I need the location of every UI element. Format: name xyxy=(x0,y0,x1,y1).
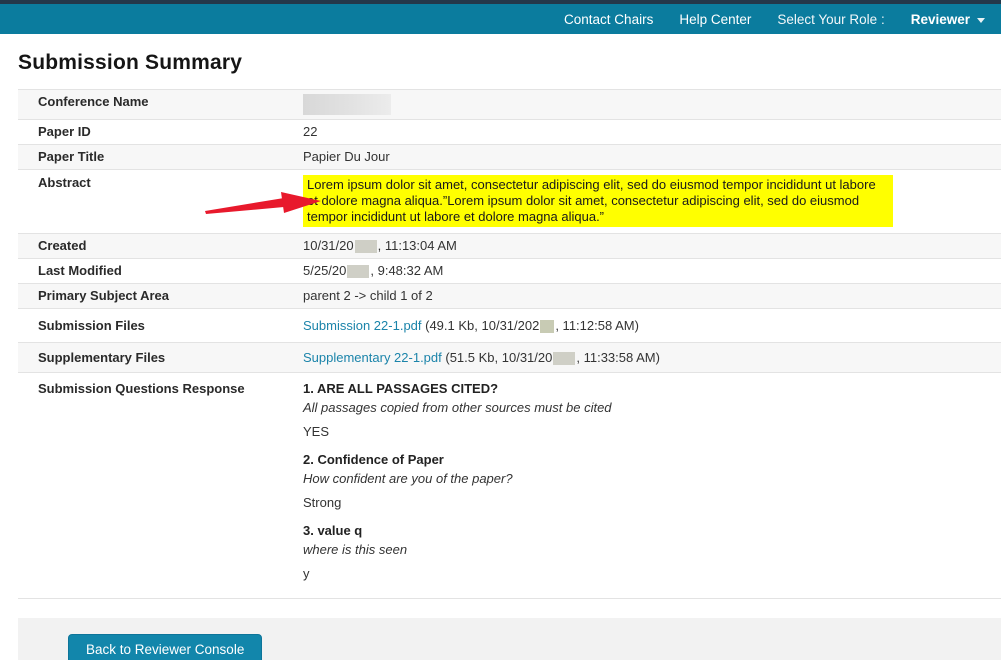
redacted-year xyxy=(347,265,369,278)
redacted-conference-name xyxy=(303,94,391,115)
redacted-year xyxy=(355,240,377,253)
question-block: 1. ARE ALL PASSAGES CITED? All passages … xyxy=(303,381,612,439)
row-paper-title: Paper Title Papier Du Jour xyxy=(18,145,1001,170)
topbar: Contact Chairs Help Center Select Your R… xyxy=(0,4,1001,34)
question-answer: y xyxy=(303,566,612,581)
redacted-year xyxy=(553,352,575,365)
created-value: 10/31/20, 11:13:04 AM xyxy=(303,238,457,254)
row-last-modified: Last Modified 5/25/20, 9:48:32 AM xyxy=(18,259,1001,284)
submission-file-entry: Submission 22-1.pdf (49.1 Kb, 10/31/202,… xyxy=(303,318,639,334)
primary-subject-value: parent 2 -> child 1 of 2 xyxy=(303,288,433,304)
annotation-arrow-icon xyxy=(205,191,323,217)
question-description: where is this seen xyxy=(303,542,612,557)
abstract-highlighted-text: Lorem ipsum dolor sit amet, consectetur … xyxy=(303,175,893,227)
footer-band: Back to Reviewer Console xyxy=(18,618,1001,660)
questions-label: Submission Questions Response xyxy=(18,381,303,594)
select-role-label: Select Your Role : xyxy=(777,12,884,27)
row-created: Created 10/31/20, 11:13:04 AM xyxy=(18,234,1001,259)
question-title: 2. Confidence of Paper xyxy=(303,452,612,467)
role-dropdown-value: Reviewer xyxy=(911,12,970,27)
submission-file-link[interactable]: Submission 22-1.pdf xyxy=(303,318,422,333)
chevron-down-icon xyxy=(977,18,985,23)
question-description: All passages copied from other sources m… xyxy=(303,400,612,415)
redacted-year xyxy=(540,320,554,333)
supplementary-files-label: Supplementary Files xyxy=(18,350,303,366)
conference-name-label: Conference Name xyxy=(18,94,303,115)
row-paper-id: Paper ID 22 xyxy=(18,120,1001,145)
page-title: Submission Summary xyxy=(18,51,1001,75)
supplementary-file-entry: Supplementary 22-1.pdf (51.5 Kb, 10/31/2… xyxy=(303,350,660,366)
paper-title-label: Paper Title xyxy=(18,149,303,165)
last-modified-value: 5/25/20, 9:48:32 AM xyxy=(303,263,443,279)
question-title: 1. ARE ALL PASSAGES CITED? xyxy=(303,381,612,396)
primary-subject-label: Primary Subject Area xyxy=(18,288,303,304)
row-abstract: Abstract Lorem ipsum dolor sit amet, con… xyxy=(18,170,1001,234)
contact-chairs-link[interactable]: Contact Chairs xyxy=(564,12,653,27)
last-modified-label: Last Modified xyxy=(18,263,303,279)
paper-title-value: Papier Du Jour xyxy=(303,149,390,165)
question-block: 3. value q where is this seen y xyxy=(303,523,612,581)
back-to-reviewer-console-button[interactable]: Back to Reviewer Console xyxy=(68,634,262,660)
help-center-link[interactable]: Help Center xyxy=(679,12,751,27)
question-answer: Strong xyxy=(303,495,612,510)
question-title: 3. value q xyxy=(303,523,612,538)
row-supplementary-files: Supplementary Files Supplementary 22-1.p… xyxy=(18,343,1001,373)
row-submission-files: Submission Files Submission 22-1.pdf (49… xyxy=(18,309,1001,343)
question-answer: YES xyxy=(303,424,612,439)
submission-summary-table: Conference Name Paper ID 22 Paper Title … xyxy=(18,89,1001,599)
row-primary-subject-area: Primary Subject Area parent 2 -> child 1… xyxy=(18,284,1001,309)
role-dropdown[interactable]: Reviewer xyxy=(911,12,985,27)
question-block: 2. Confidence of Paper How confident are… xyxy=(303,452,612,510)
supplementary-file-link[interactable]: Supplementary 22-1.pdf xyxy=(303,350,442,365)
row-conference-name: Conference Name xyxy=(18,90,1001,120)
row-submission-questions: Submission Questions Response 1. ARE ALL… xyxy=(18,373,1001,599)
question-description: How confident are you of the paper? xyxy=(303,471,612,486)
created-label: Created xyxy=(18,238,303,254)
submission-files-label: Submission Files xyxy=(18,318,303,334)
paper-id-value: 22 xyxy=(303,124,317,140)
paper-id-label: Paper ID xyxy=(18,124,303,140)
